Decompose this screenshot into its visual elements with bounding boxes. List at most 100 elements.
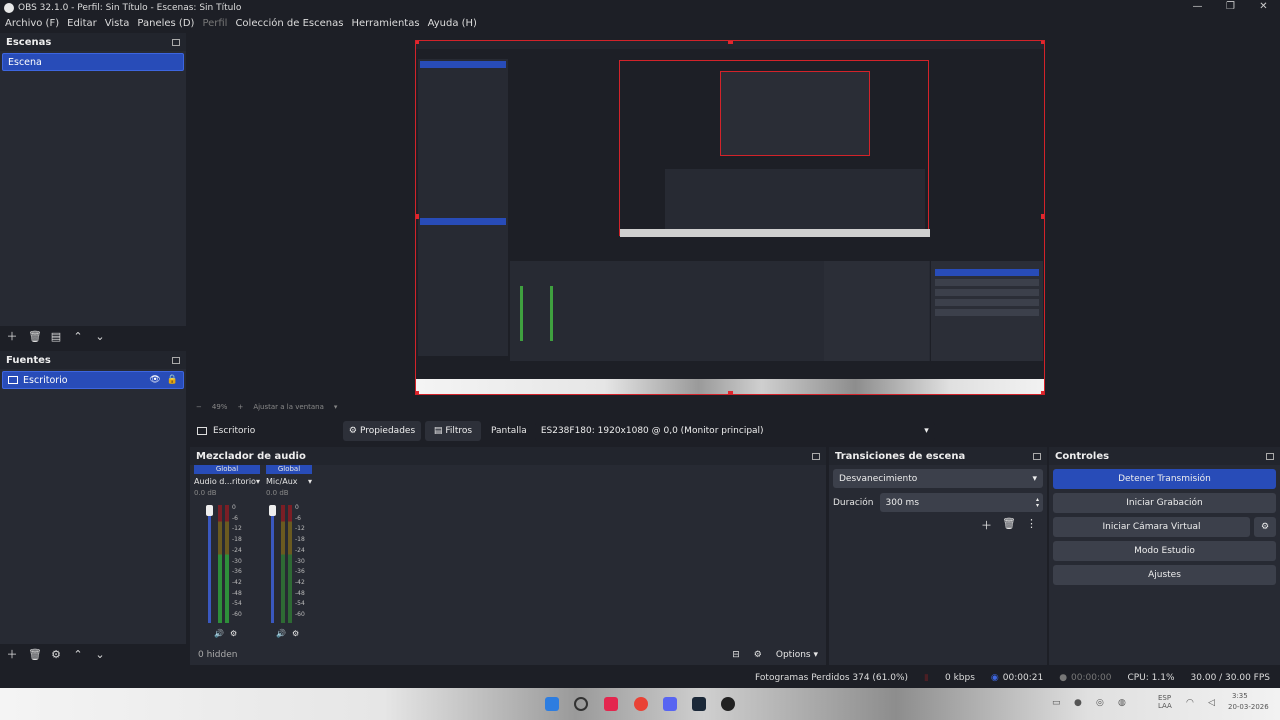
menu-archivo[interactable]: Archivo (F) bbox=[5, 18, 59, 29]
source-settings-icon[interactable]: ⚙ bbox=[50, 648, 62, 661]
properties-button[interactable]: ⚙ Propiedades bbox=[343, 421, 421, 441]
record-time: 00:00:00 bbox=[1071, 673, 1112, 683]
virtual-camera-settings-icon[interactable]: ⚙ bbox=[1254, 517, 1276, 537]
resize-handle[interactable] bbox=[416, 391, 419, 394]
transition-select[interactable]: Desvanecimiento ▾ bbox=[833, 469, 1043, 488]
sources-title: Fuentes bbox=[6, 354, 51, 366]
speaker-icon[interactable]: 🔊 bbox=[214, 629, 224, 638]
wifi-icon[interactable]: ◠ bbox=[1186, 698, 1194, 708]
resize-handle[interactable] bbox=[1041, 41, 1044, 44]
tray-icon[interactable]: ▭ bbox=[1052, 698, 1061, 708]
display-select[interactable]: ES238F180: 1920x1080 @ 0,0 (Monitor prin… bbox=[534, 421, 935, 441]
resize-handle[interactable] bbox=[416, 41, 419, 44]
preview-canvas[interactable] bbox=[415, 40, 1045, 395]
obs-icon[interactable] bbox=[721, 697, 735, 711]
move-down-icon[interactable]: ⌄ bbox=[94, 648, 106, 661]
menu-coleccion[interactable]: Colección de Escenas bbox=[235, 18, 343, 29]
tray-icon[interactable]: ◎ bbox=[1096, 698, 1104, 708]
more-options-icon[interactable]: ⋮ bbox=[1026, 517, 1037, 533]
resize-handle[interactable] bbox=[416, 214, 419, 219]
discord-icon[interactable] bbox=[663, 697, 677, 711]
remove-source-icon[interactable]: 🗑 bbox=[28, 648, 42, 661]
tray-icon[interactable]: ● bbox=[1074, 698, 1082, 708]
advanced-audio-icon[interactable]: ⚙ bbox=[754, 650, 762, 660]
channel-select[interactable]: Mic/Aux ▾ bbox=[266, 477, 312, 486]
chevron-down-icon[interactable]: ▾ bbox=[334, 403, 338, 411]
spinner-icon[interactable]: ▴ ▾ bbox=[1036, 496, 1039, 509]
visibility-eye-icon[interactable]: 👁 bbox=[149, 375, 160, 385]
volume-slider-handle[interactable] bbox=[269, 505, 276, 516]
filters-button[interactable]: ▤ Filtros bbox=[425, 421, 481, 441]
channel-select[interactable]: Audio d...ritorio ▾ bbox=[194, 477, 260, 486]
menu-perfil[interactable]: Perfil bbox=[202, 18, 227, 29]
resize-handle[interactable] bbox=[1041, 391, 1044, 394]
volume-icon[interactable]: ◁ bbox=[1208, 698, 1215, 708]
zoom-in-icon[interactable]: + bbox=[237, 403, 243, 411]
channel-settings-icon[interactable]: ⚙ bbox=[292, 629, 299, 638]
move-up-icon[interactable]: ⌃ bbox=[72, 648, 84, 661]
options-button[interactable]: Options ▾ bbox=[776, 650, 818, 660]
add-scene-icon[interactable]: ＋ bbox=[6, 328, 18, 344]
search-icon[interactable] bbox=[574, 697, 588, 711]
add-transition-icon[interactable]: ＋ bbox=[981, 517, 992, 533]
speaker-icon[interactable]: 🔊 bbox=[276, 629, 286, 638]
menu-editar[interactable]: Editar bbox=[67, 18, 97, 29]
start-recording-button[interactable]: Iniciar Grabación bbox=[1053, 493, 1276, 513]
settings-button[interactable]: Ajustes bbox=[1053, 565, 1276, 585]
maximize-button[interactable]: ❐ bbox=[1214, 0, 1247, 15]
undock-icon[interactable] bbox=[812, 452, 820, 460]
menu-herramientas[interactable]: Herramientas bbox=[351, 18, 419, 29]
layout-toggle-icon[interactable]: ⊟ bbox=[732, 650, 740, 660]
source-item[interactable]: Escritorio 👁 🔒 bbox=[2, 371, 184, 389]
menu-paneles[interactable]: Paneles (D) bbox=[137, 18, 194, 29]
language-indicator[interactable]: ESP LAA bbox=[1158, 694, 1180, 710]
channel-name: Audio d...ritorio bbox=[194, 477, 256, 486]
remove-transition-icon[interactable]: 🗑 bbox=[1002, 517, 1016, 533]
channel-settings-icon[interactable]: ⚙ bbox=[230, 629, 237, 638]
undock-icon[interactable] bbox=[1266, 452, 1274, 460]
scene-filters-icon[interactable]: ▤ bbox=[50, 330, 62, 343]
filters-label: Filtros bbox=[445, 426, 473, 436]
resize-handle[interactable] bbox=[1041, 214, 1044, 219]
mixer-channel: Global Audio d...ritorio ▾ 0.0 dB 0 -6 -12-… bbox=[194, 465, 260, 645]
close-button[interactable]: ✕ bbox=[1247, 0, 1280, 15]
menu-ayuda[interactable]: Ayuda (H) bbox=[428, 18, 477, 29]
windows-start-icon[interactable] bbox=[545, 697, 559, 711]
nested-sources-panel bbox=[418, 216, 508, 356]
duration-input[interactable]: 300 ms ▴ ▾ bbox=[879, 493, 1043, 512]
channel-buttons: 🔊 ⚙ bbox=[276, 629, 299, 638]
zoom-out-icon[interactable]: − bbox=[196, 403, 202, 411]
transitions-title: Transiciones de escena bbox=[835, 450, 966, 462]
undock-icon[interactable] bbox=[1033, 452, 1041, 460]
remove-scene-icon[interactable]: 🗑 bbox=[28, 330, 42, 343]
start-virtual-camera-button[interactable]: Iniciar Cámara Virtual bbox=[1053, 517, 1250, 537]
move-up-icon[interactable]: ⌃ bbox=[72, 330, 84, 343]
scene-item[interactable]: Escena bbox=[2, 53, 184, 71]
undock-icon[interactable] bbox=[172, 38, 180, 46]
volume-slider[interactable] bbox=[271, 505, 274, 623]
nested-controls bbox=[931, 261, 1043, 361]
volume-slider-handle[interactable] bbox=[206, 505, 213, 516]
clock-time[interactable]: 3:35 bbox=[1232, 692, 1248, 700]
resize-handle[interactable] bbox=[728, 391, 733, 394]
chrome-icon[interactable] bbox=[634, 697, 648, 711]
fit-window-select[interactable]: Ajustar a la ventana bbox=[253, 403, 324, 411]
resize-handle[interactable] bbox=[728, 41, 733, 44]
clock-date[interactable]: 20-03-2026 bbox=[1228, 703, 1269, 711]
lock-icon[interactable]: 🔒 bbox=[167, 375, 178, 385]
add-source-icon[interactable]: ＋ bbox=[6, 646, 18, 662]
minimize-button[interactable]: — bbox=[1181, 0, 1214, 15]
network-indicator-icon: ▮ bbox=[924, 673, 929, 683]
channel-tag: Global bbox=[194, 465, 260, 474]
studio-mode-button[interactable]: Modo Estudio bbox=[1053, 541, 1276, 561]
stop-streaming-button[interactable]: Detener Transmisión bbox=[1053, 469, 1276, 489]
music-app-icon[interactable] bbox=[604, 697, 618, 711]
sources-list: Escritorio 👁 🔒 bbox=[0, 369, 186, 644]
tray-icon[interactable]: ◍ bbox=[1118, 698, 1126, 708]
transition-toolbar: ＋ 🗑 ⋮ bbox=[829, 517, 1037, 533]
menu-vista[interactable]: Vista bbox=[105, 18, 130, 29]
volume-slider[interactable] bbox=[208, 505, 211, 623]
undock-icon[interactable] bbox=[172, 356, 180, 364]
move-down-icon[interactable]: ⌄ bbox=[94, 330, 106, 343]
steam-icon[interactable] bbox=[692, 697, 706, 711]
